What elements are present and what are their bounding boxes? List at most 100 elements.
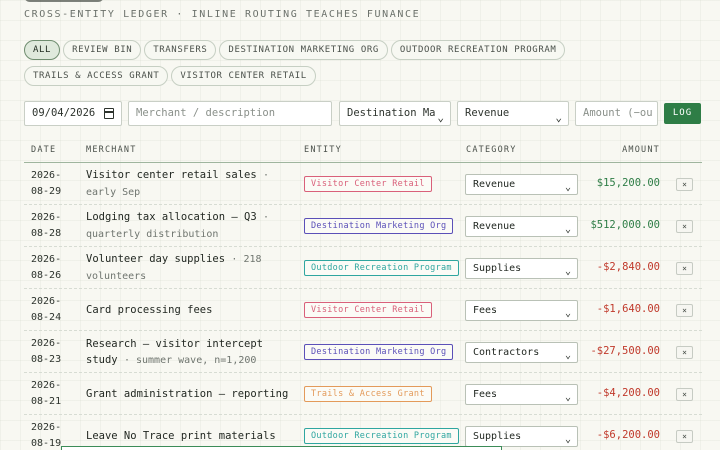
row-category-select[interactable]: Fees ⌄ [465,384,578,405]
row-merchant: Volunteer day supplies · 218 volunteers [86,251,296,285]
filter-chip[interactable]: DESTINATION MARKETING ORG [219,40,388,60]
row-category-value: Supplies [473,263,522,274]
table-row: 2026- 08-23 Research — visitor intercept s… [24,331,702,373]
row-amount: -$4,200.00 [596,387,660,399]
merchant-note-sep: · [263,170,270,181]
row-amount: $15,200.00 [596,177,660,189]
entity-tag[interactable]: Destination Marketing Org [304,344,454,360]
row-category-value: Revenue [473,221,516,232]
ledger-table: DATE MERCHANT ENTITY CATEGORY AMOUNT 202… [24,139,702,450]
row-merchant: Research — visitor intercept study · sum… [86,336,296,369]
delete-row-button[interactable]: × [676,388,693,401]
table-row: 2026- 08-29 Visitor center retail sales · … [24,163,702,205]
table-row: 2026- 08-24 Card processing fees Visitor Ce… [24,289,702,331]
row-date-monthday: 08-21 [31,396,62,407]
row-date-monthday: 08-28 [31,228,62,239]
row-category-select[interactable]: Fees ⌄ [465,300,578,321]
page-subtitle: CROSS-ENTITY LEDGER · INLINE ROUTING TEA… [24,9,421,20]
floating-panel-edge [61,446,502,450]
row-date-monthday: 08-23 [31,354,62,365]
delete-row-button[interactable]: × [676,220,693,233]
header-decoration [24,0,104,2]
filter-chip[interactable]: TRANSFERS [144,40,217,60]
row-date-monthday: 08-26 [31,270,62,281]
row-category-value: Fees [473,389,498,400]
entity-tag[interactable]: Destination Marketing Org [304,218,454,234]
row-category-value: Contractors [473,347,540,358]
merchant-note-sep: · [263,212,270,223]
delete-row-button[interactable]: × [676,262,693,275]
chevron-down-icon: ⌄ [564,224,571,235]
row-category-select[interactable]: Supplies ⌄ [465,258,578,279]
delete-row-button[interactable]: × [676,346,693,359]
row-date-monthday: 08-29 [31,186,62,197]
table-row: 2026- 08-26 Volunteer day supplies · 218 v… [24,247,702,289]
entity-tag[interactable]: Trails & Access Grant [304,386,432,402]
row-date-monthday: 08-19 [31,438,62,449]
category-select[interactable]: Revenue ⌄ [457,101,569,126]
filter-chip[interactable]: OUTDOOR RECREATION PROGRAM [390,40,566,60]
row-amount: -$6,200.00 [596,429,660,441]
delete-row-button[interactable]: × [676,304,693,317]
date-input[interactable]: 09/04/2026 [24,101,122,126]
row-date-year: 2026- [31,254,62,265]
row-date: 2026- 08-23 [31,336,61,368]
entity-tag[interactable]: Outdoor Recreation Program [304,428,459,444]
merchant-note: quarterly distribution [86,229,219,240]
merchant-note-sep: · [123,354,136,366]
merchant-name: Grant administration — reporting [86,388,289,400]
delete-row-button[interactable]: × [676,430,693,443]
log-button[interactable]: LOG [664,103,701,124]
table-header: DATE MERCHANT ENTITY CATEGORY AMOUNT [24,139,702,163]
chevron-down-icon: ⌄ [437,111,444,124]
filter-chip[interactable]: VISITOR CENTER RETAIL [171,66,316,86]
entity-select[interactable]: Destination Ma ⌄ [339,101,451,126]
row-category-value: Fees [473,305,498,316]
row-merchant: Lodging tax allocation — Q3 · quarterly … [86,209,296,243]
row-date: 2026- 08-24 [31,294,61,326]
col-merchant: MERCHANT [86,145,137,155]
table-body: 2026- 08-29 Visitor center retail sales · … [24,163,702,450]
row-amount: $512,000.00 [590,219,660,231]
row-date-year: 2026- [31,380,62,391]
row-merchant: Card processing fees [86,302,296,318]
row-amount: -$2,840.00 [596,261,660,273]
merchant-name: Volunteer day supplies [86,253,226,265]
merchant-name: Visitor center retail sales [86,169,257,181]
row-date: 2026- 08-26 [31,252,61,284]
filter-chip[interactable]: REVIEW BIN [63,40,142,60]
row-category-select[interactable]: Revenue ⌄ [465,174,578,195]
row-amount: -$1,640.00 [596,303,660,315]
chevron-down-icon: ⌄ [564,308,571,319]
row-amount: -$27,500.00 [590,345,660,357]
chevron-down-icon: ⌄ [564,266,571,277]
calendar-icon[interactable] [104,108,114,119]
row-category-select[interactable]: Contractors ⌄ [465,342,578,363]
col-category: CATEGORY [466,145,517,155]
entity-tag[interactable]: Outdoor Recreation Program [304,260,459,276]
row-date-year: 2026- [31,338,62,349]
filter-chip[interactable]: ALL [24,40,61,60]
row-category-select[interactable]: Supplies ⌄ [465,426,578,447]
entity-tag[interactable]: Visitor Center Retail [304,176,432,192]
chevron-down-icon: ⌄ [564,182,571,193]
row-date-year: 2026- [31,296,62,307]
chevron-down-icon: ⌄ [555,111,562,124]
row-date-year: 2026- [31,170,62,181]
row-date-year: 2026- [31,212,62,223]
col-date: DATE [31,145,57,155]
chevron-down-icon: ⌄ [564,392,571,403]
row-date: 2026- 08-28 [31,210,61,242]
table-row: 2026- 08-19 Leave No Trace print materials… [24,415,702,450]
row-merchant: Leave No Trace print materials [86,428,296,444]
entity-tag[interactable]: Visitor Center Retail [304,302,432,318]
delete-row-button[interactable]: × [676,178,693,191]
category-select-value: Revenue [465,107,510,119]
chevron-down-icon: ⌄ [564,350,571,361]
merchant-input[interactable]: Merchant / description [128,101,332,126]
row-category-select[interactable]: Revenue ⌄ [465,216,578,237]
row-date: 2026- 08-19 [31,420,61,450]
row-date-monthday: 08-24 [31,312,62,323]
filter-chip[interactable]: TRAILS & ACCESS GRANT [24,66,169,86]
amount-input[interactable]: Amount (−ou [575,101,658,126]
